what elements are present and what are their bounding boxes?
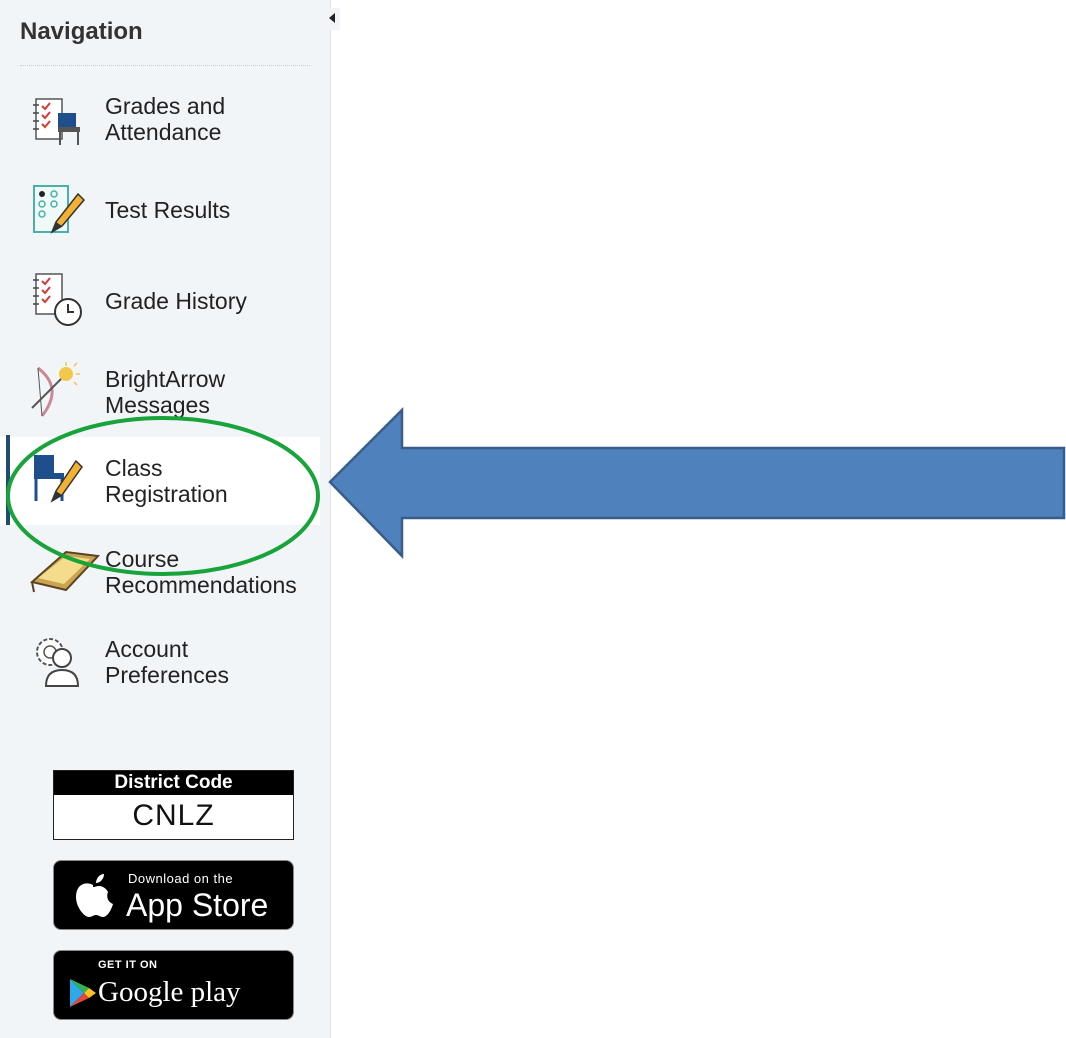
pointer-arrow bbox=[328, 406, 1066, 560]
highlight-circle bbox=[6, 416, 320, 576]
annotation-overlay bbox=[6, 406, 1066, 576]
